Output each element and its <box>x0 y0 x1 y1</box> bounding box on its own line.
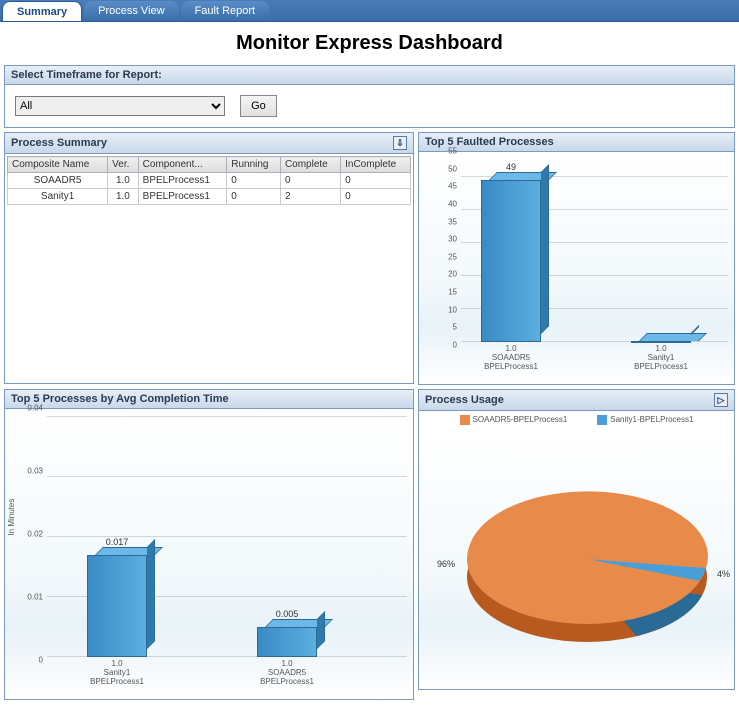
timeframe-label: Select Timeframe for Report: <box>5 66 734 85</box>
bar-sanity1-avg[interactable]: 0.017 <box>87 555 147 657</box>
faulted-chart: 0 5 10 15 20 25 30 35 40 45 50 55 <box>419 152 734 384</box>
tab-summary[interactable]: Summary <box>2 1 82 21</box>
usage-panel: Process Usage ▷ SOAADR5-BPELProcess1 San… <box>418 389 735 690</box>
process-summary-panel: Process Summary ⇩ Composite Name Ver. Co… <box>4 132 414 384</box>
avg-time-chart: In Minutes 0 0.01 0.02 0.03 0.04 <box>5 409 413 699</box>
tab-label: Process View <box>98 5 164 17</box>
avg-time-panel: Top 5 Processes by Avg Completion Time I… <box>4 389 414 700</box>
panel-title: Top 5 Processes by Avg Completion Time <box>11 393 229 405</box>
col-component[interactable]: Component... <box>138 157 227 173</box>
timeframe-panel: Select Timeframe for Report: All Go <box>4 65 735 128</box>
panel-title: Process Usage <box>425 394 504 406</box>
bar-sanity1[interactable] <box>631 341 691 342</box>
pie-label-4: 4% <box>717 569 730 579</box>
faulted-panel: Top 5 Faulted Processes 0 5 10 15 20 25 … <box>418 132 735 385</box>
tab-fault-report[interactable]: Fault Report <box>181 1 270 21</box>
panel-title: Process Summary <box>11 137 107 149</box>
col-version[interactable]: Ver. <box>108 157 138 173</box>
go-button[interactable]: Go <box>240 95 277 117</box>
usage-legend: SOAADR5-BPELProcess1 Sanity1-BPELProcess… <box>419 411 734 429</box>
expand-icon[interactable]: ▷ <box>714 393 728 407</box>
tab-label: Summary <box>17 6 67 18</box>
col-running[interactable]: Running <box>227 157 281 173</box>
usage-pie-chart: 96% 4% <box>419 429 734 689</box>
table-row[interactable]: Sanity1 1.0 BPELProcess1 0 2 0 <box>8 189 411 205</box>
pie-label-96: 96% <box>437 559 455 569</box>
pin-icon[interactable]: ⇩ <box>393 136 407 150</box>
page-title: Monitor Express Dashboard <box>0 22 739 65</box>
timeframe-select[interactable]: All <box>15 96 225 116</box>
tab-process-view[interactable]: Process View <box>84 1 178 21</box>
table-row[interactable]: SOAADR5 1.0 BPELProcess1 0 0 0 <box>8 173 411 189</box>
tab-bar: Summary Process View Fault Report <box>0 0 739 22</box>
pie-svg <box>427 449 727 669</box>
bar-soaadr5-avg[interactable]: 0.005 <box>257 627 317 657</box>
col-incomplete[interactable]: InComplete <box>341 157 411 173</box>
col-complete[interactable]: Complete <box>280 157 340 173</box>
panel-title: Top 5 Faulted Processes <box>425 136 554 148</box>
tab-label: Fault Report <box>195 5 256 17</box>
pie-slice-soaadr5[interactable] <box>467 491 707 621</box>
col-composite[interactable]: Composite Name <box>8 157 108 173</box>
bar-soaadr5[interactable]: 49 <box>481 180 541 342</box>
process-summary-table: Composite Name Ver. Component... Running… <box>7 156 411 205</box>
